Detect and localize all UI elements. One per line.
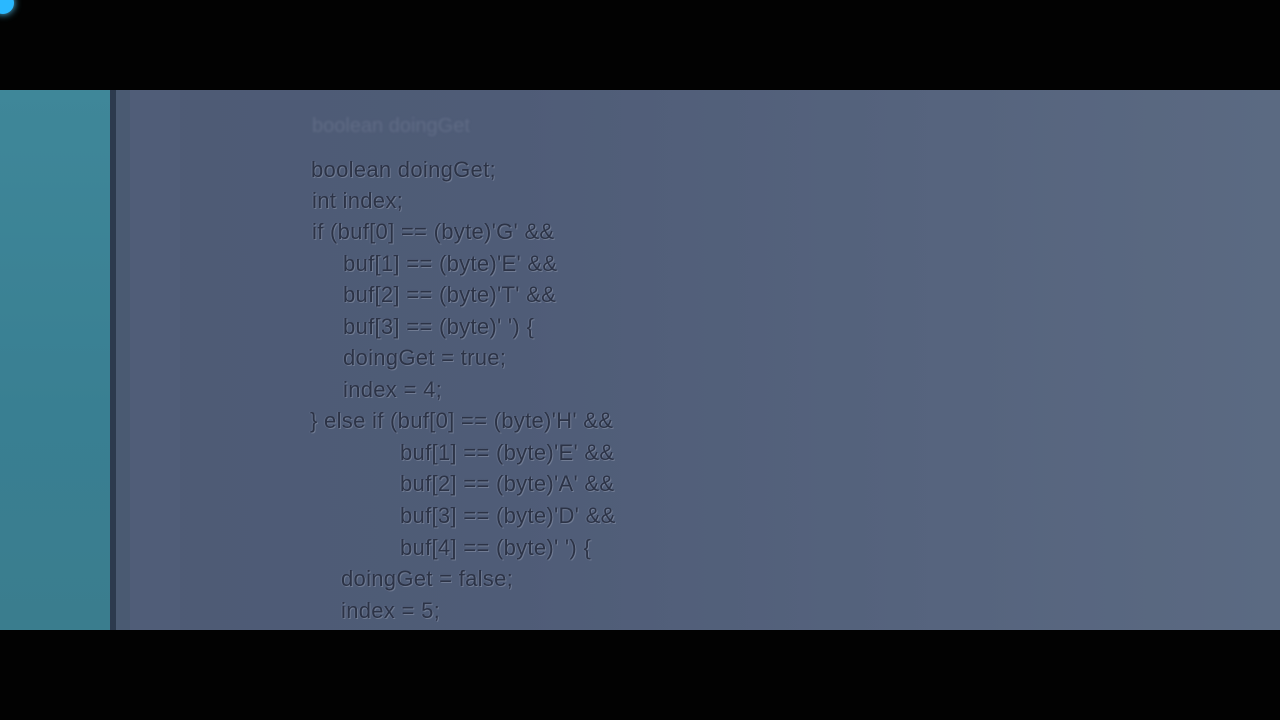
code-line: doingGet = true; bbox=[343, 345, 507, 370]
code-line: index = 5; bbox=[341, 598, 441, 623]
code-line: buf[3] == (byte)' ') { bbox=[343, 314, 535, 339]
letterbox-top bbox=[0, 0, 1280, 90]
ghost-text: boolean doingGet bbox=[312, 115, 470, 137]
panel-divider bbox=[116, 90, 130, 630]
code-line: doingGet = false; bbox=[341, 566, 514, 591]
code-line: buf[2] == (byte)'T' && bbox=[343, 282, 557, 307]
letterbox-bottom bbox=[0, 630, 1280, 720]
code-line: } else if (buf[0] == (byte)'H' && bbox=[310, 408, 614, 433]
projected-slide: boolean doingGet boolean doingGet; int i… bbox=[0, 90, 1280, 630]
margin-strip bbox=[130, 90, 180, 630]
code-line: buf[1] == (byte)'E' && bbox=[343, 251, 558, 276]
code-line: buf[4] == (byte)' ') { bbox=[400, 535, 592, 560]
code-line: int index; bbox=[312, 188, 404, 213]
code-line: buf[2] == (byte)'A' && bbox=[400, 471, 615, 496]
code-line: if (buf[0] == (byte)'G' && bbox=[312, 219, 555, 244]
code-line: boolean doingGet; bbox=[311, 157, 496, 182]
code-line: index = 4; bbox=[343, 377, 443, 402]
code-line: buf[3] == (byte)'D' && bbox=[400, 503, 616, 528]
code-line: buf[1] == (byte)'E' && bbox=[400, 440, 615, 465]
side-panel bbox=[0, 90, 110, 630]
